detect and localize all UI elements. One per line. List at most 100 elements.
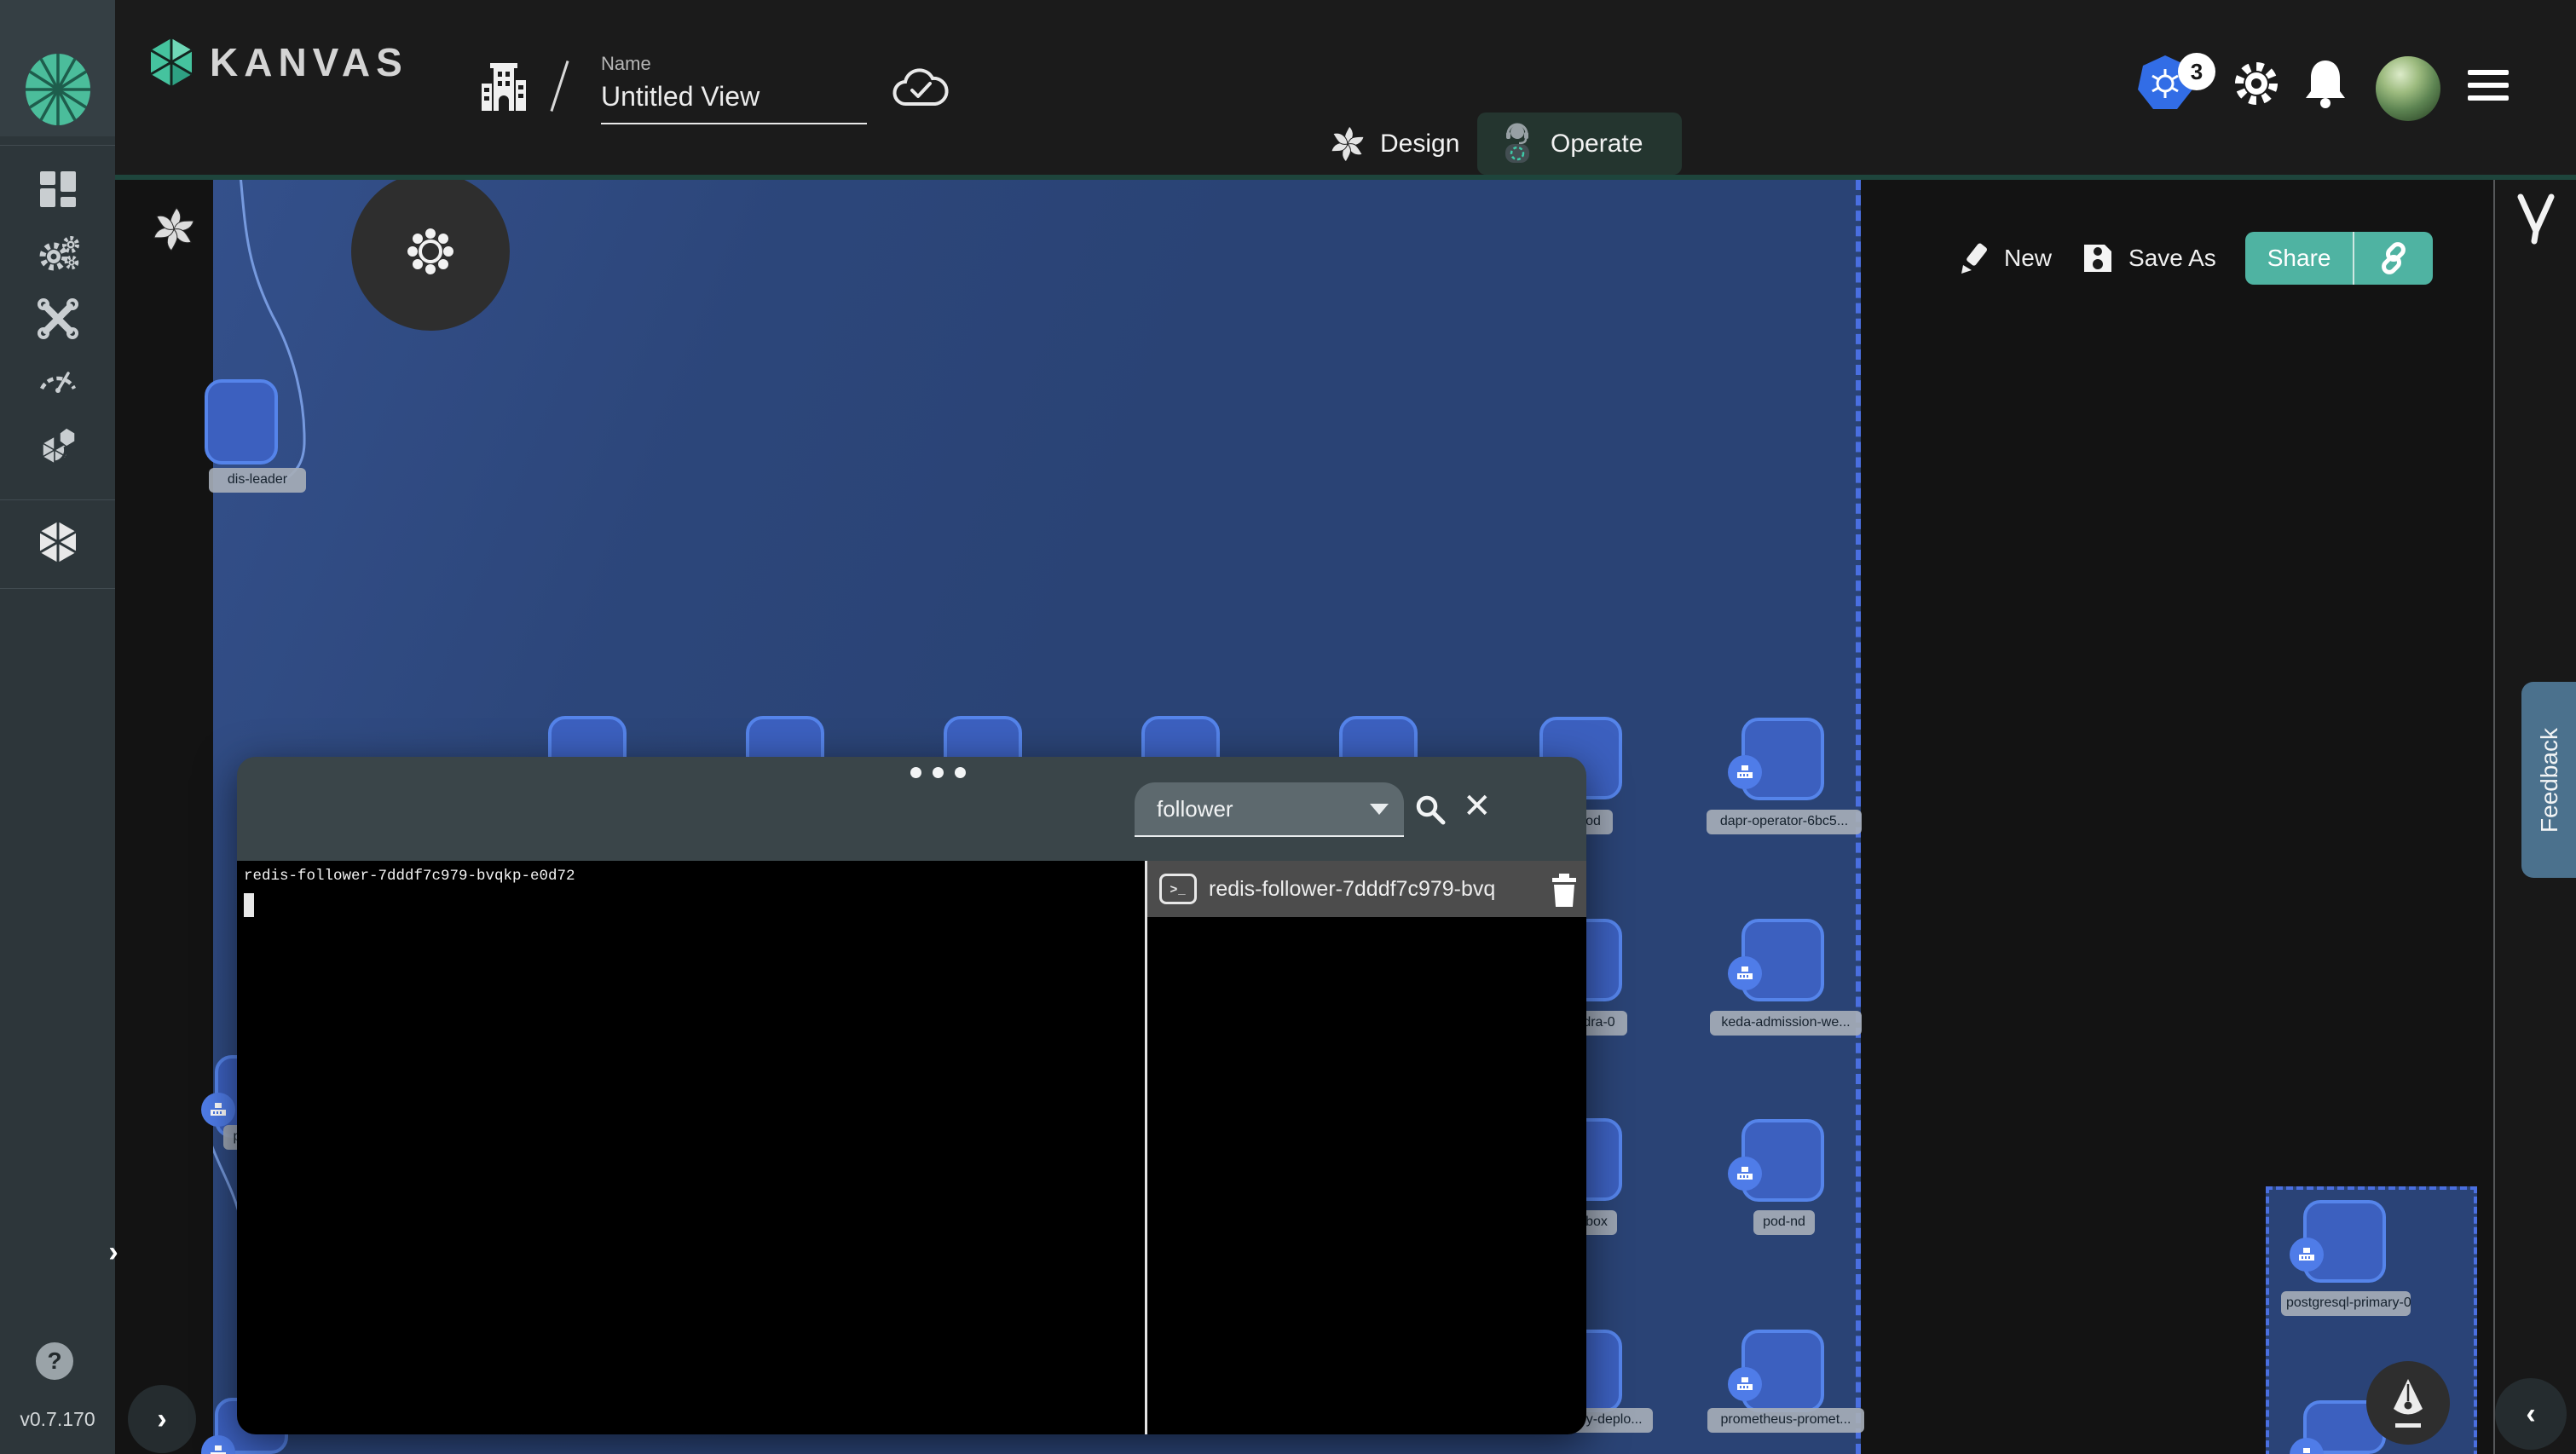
help-button[interactable]: ? [36,1342,73,1380]
pod-badge-icon [1728,1367,1762,1401]
session-list-item[interactable]: >_ redis-follower-7dddf7c979-bvq [1147,861,1586,917]
pod-badge-icon [2290,1238,2324,1272]
canvas-expand-button[interactable]: › [128,1385,196,1453]
tab-operate[interactable]: Operate [1477,113,1682,175]
sidebar-item-lifecycle[interactable] [0,228,115,280]
notifications-bell-icon[interactable] [2299,55,2352,111]
share-button[interactable]: Share [2244,232,2434,285]
design-pinwheel-icon [1331,124,1365,163]
user-avatar[interactable] [2376,56,2440,121]
pencil-icon [1961,243,1988,274]
tab-operate-label: Operate [1551,129,1643,158]
top-bar: KANVAS Name Untitled View Design Operate… [115,0,2576,175]
terminal-output-line: redis-follower-7dddf7c979-bvqkp-e0d72 [244,868,575,885]
view-name-input[interactable] [601,81,867,124]
chevron-right-icon: › [157,1403,167,1435]
workload-glyph [211,1103,226,1116]
dashboard-icon [39,171,76,207]
snowflake-icon [407,228,453,274]
terminal-search-select[interactable] [1135,782,1404,837]
operator-headset-icon [1505,123,1529,163]
flow-merge-icon[interactable] [2510,190,2562,250]
canvas-node[interactable] [1728,919,1824,1001]
pen-nib-icon [2394,1379,2423,1428]
right-dock-panel: Feedback ‹ [2493,175,2576,1454]
link-icon [2382,242,2406,274]
canvas-node[interactable] [205,379,278,464]
view-action-bar: New Save As Share [1956,232,2434,285]
layer5-logo[interactable] [0,51,115,128]
terminal-session-pane: >_ redis-follower-7dddf7c979-bvq [1147,861,1586,1434]
share-label: Share [2267,245,2331,271]
workload-glyph [1737,765,1753,778]
chevron-right-icon: › [108,1236,118,1268]
canvas-node[interactable] [1728,1119,1824,1202]
canvas-node[interactable] [1728,1330,1824,1412]
hex-pie-icon [40,427,76,465]
gears-icon [39,236,79,271]
workload-glyph [1737,1377,1753,1390]
breadcrumb-slash [550,61,569,112]
meshery-pinwheel-icon [152,207,196,251]
sidebar-item-dashboard[interactable] [0,164,115,215]
view-name-label: Name [601,53,651,74]
version-label: v0.7.170 [20,1408,95,1430]
save-as-label: Save As [2128,245,2216,271]
pod-badge-icon [1728,755,1762,789]
terminal-output-pane[interactable]: redis-follower-7dddf7c979-bvqkp-e0d72 [237,861,1145,1434]
pod-badge-icon [1728,1157,1762,1191]
chevron-left-icon: ‹ [2526,1398,2536,1430]
cloud-saved-icon [892,68,949,107]
operate-mode-strip [115,175,2576,180]
kanvas-logo-icon [150,38,193,86]
sidebar-item-configuration[interactable] [0,293,115,344]
rail-expand-tab[interactable]: › [94,1220,133,1284]
pod-badge-icon [201,1435,235,1454]
workload-glyph [1737,966,1753,979]
pod-badge-icon [201,1093,235,1127]
tab-design-label: Design [1380,129,1460,158]
kanvas-hex-icon [38,522,77,563]
help-question-icon: ? [47,1347,62,1374]
settings-gear-icon[interactable] [2229,56,2284,111]
sidebar-item-kanvas[interactable] [0,515,115,569]
terminal-prompt-icon: >_ [1159,874,1197,904]
search-icon[interactable] [1412,791,1449,828]
annotate-pen-button[interactable] [2366,1361,2450,1445]
organization-building-icon[interactable] [477,58,531,114]
sidebar-item-performance[interactable] [0,353,115,404]
brand-wordmark: KANVAS [210,40,408,84]
session-label: redis-follower-7dddf7c979-bvq [1209,876,1496,901]
terminal-body: redis-follower-7dddf7c979-bvqkp-e0d72 >_… [237,861,1586,1434]
terminal-search-input[interactable] [1135,795,1370,822]
hamburger-menu-icon[interactable] [2468,70,2509,101]
workload-glyph [2299,1248,2314,1261]
cluster-count-badge: 3 [2178,53,2215,90]
close-icon[interactable]: ✕ [1463,789,1492,823]
sidebar-item-extensions[interactable] [0,423,115,474]
save-icon [2084,245,2112,272]
kanvas-brand[interactable]: KANVAS [145,36,408,89]
canvas-node[interactable] [2290,1200,2386,1283]
workload-glyph [1737,1167,1753,1180]
terminal-drag-handle[interactable] [910,767,966,778]
kanvas-app: dis-leader od dra-0 box ry-deplo... dapr-oper… [0,0,2576,1454]
terminal-window: ✕ redis-follower-7dddf7c979-bvqkp-e0d72 … [237,757,1586,1434]
group-drag-handle[interactable] [351,175,510,331]
chevron-down-icon [1370,803,1389,815]
feedback-label: Feedback [2536,727,2562,833]
workload-glyph [211,1445,226,1454]
panel-collapse-button[interactable]: ‹ [2495,1378,2567,1450]
new-label: New [2004,245,2053,271]
terminal-cursor [244,893,254,917]
canvas-node[interactable] [1728,718,1824,800]
workload-glyph [2303,1448,2310,1453]
feedback-tab[interactable]: Feedback [2521,682,2576,878]
pod-badge-icon [1728,956,1762,990]
save-as-button[interactable]: Save As [2081,241,2216,275]
crossed-wrenches-icon [37,298,78,339]
new-button[interactable]: New [1956,241,2052,275]
tab-design[interactable]: Design [1308,113,1480,175]
copy-link-button[interactable] [2354,232,2433,285]
trash-icon[interactable] [1547,871,1581,909]
